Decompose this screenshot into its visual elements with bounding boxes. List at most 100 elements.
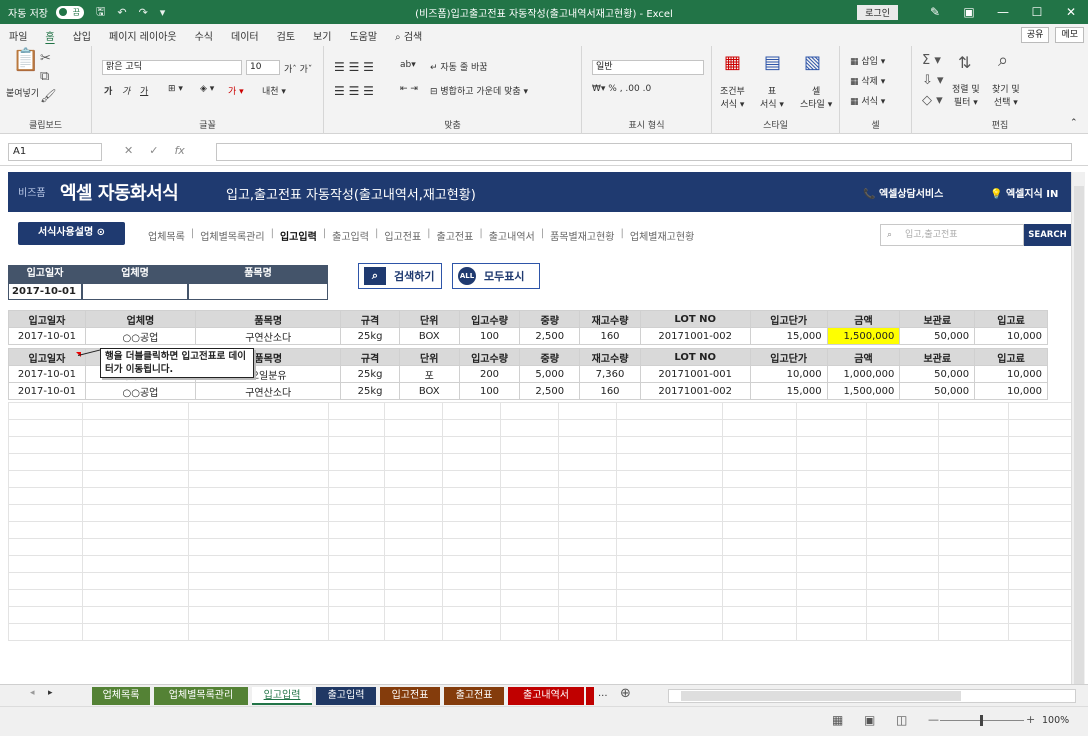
site-search-button[interactable]: SEARCH	[1024, 224, 1071, 246]
filter-item-input[interactable]	[188, 283, 328, 300]
login-button[interactable]: 로그인	[857, 4, 898, 20]
scroll-tabs-left-icon[interactable]: ◂	[30, 688, 35, 698]
zoom-out-icon[interactable]: —	[928, 713, 939, 726]
sort-filter-icon[interactable]: ⇅	[958, 55, 971, 71]
table-cell[interactable]: BOX	[398, 382, 460, 400]
underline-icon[interactable]: 가	[140, 84, 148, 97]
consult-service-link[interactable]: 📞 엑셀상담서비스	[863, 185, 943, 200]
nav-link-company-stock[interactable]: 업체별재고현황	[630, 228, 694, 243]
format-table-icon[interactable]: ▤	[764, 54, 781, 72]
copy-icon[interactable]: ⧉	[40, 70, 49, 84]
sheet-tab-receiving-slip[interactable]: 입고전표	[380, 687, 440, 705]
enter-icon[interactable]: ✓	[149, 144, 158, 157]
show-all-button[interactable]: ALL 모두표시	[452, 263, 540, 289]
fill-color-icon[interactable]: ◈ ▾	[200, 84, 214, 94]
table-cell[interactable]: 구연산소다	[194, 327, 342, 345]
table-cell[interactable]: 25kg	[340, 365, 400, 383]
h-scroll-thumb[interactable]	[681, 691, 961, 701]
merge-center-button[interactable]: ⊟ 병합하고 가운데 맞춤 ▾	[430, 84, 528, 97]
tab-page-layout[interactable]: 페이지 레이아웃	[100, 28, 186, 43]
cancel-icon[interactable]: ✕	[124, 144, 133, 157]
fill-icon[interactable]: ⇩ ▾	[922, 74, 944, 88]
sheet-tab-shipping-entry[interactable]: 출고입력	[316, 687, 376, 705]
nav-link-company-list[interactable]: 업체목록	[148, 228, 185, 243]
table-cell[interactable]: 10,000	[974, 327, 1048, 345]
zoom-slider-thumb[interactable]	[980, 715, 983, 726]
table-cell[interactable]: 20171001-002	[639, 327, 751, 345]
delete-cells-button[interactable]: ▦ 삭제 ▾	[850, 74, 885, 87]
table-cell[interactable]: 포	[398, 365, 460, 383]
tab-insert[interactable]: 삽입	[64, 28, 100, 43]
page-layout-view-icon[interactable]: ▣	[864, 713, 875, 727]
format-table-button[interactable]: 표 서식 ▾	[760, 84, 784, 110]
font-size-select[interactable]: 10	[246, 60, 280, 75]
minimize-button[interactable]: —	[986, 5, 1020, 19]
table-cell[interactable]: 50,000	[899, 382, 976, 400]
cut-icon[interactable]: ✂	[40, 52, 51, 66]
currency-icon[interactable]: ₩▾ % , .00 .0	[592, 84, 651, 94]
find-select-icon[interactable]: ⌕	[998, 52, 1008, 70]
table-cell[interactable]: 50,000	[899, 327, 976, 345]
scroll-thumb[interactable]	[1074, 186, 1084, 686]
selected-record-row[interactable]: 2017-10-01 ○○공업 구연산소다 25kg BOX 100 2,500…	[8, 327, 1048, 345]
comments-button[interactable]: 메모	[1055, 27, 1084, 43]
nav-link-receiving-slip[interactable]: 입고전표	[384, 228, 421, 243]
table-cell[interactable]: 5,000	[519, 365, 581, 383]
table-cell[interactable]: 7,360	[579, 365, 641, 383]
sort-filter-button[interactable]: 정렬 및 필터 ▾	[952, 82, 980, 108]
redo-icon[interactable]: ↷	[139, 6, 148, 19]
customize-qat-icon[interactable]: ▾	[160, 6, 166, 19]
table-cell[interactable]: 2,500	[519, 382, 581, 400]
name-box[interactable]: A1	[8, 143, 102, 161]
table-cell[interactable]: BOX	[398, 327, 460, 345]
amount-cell-highlighted[interactable]: 1,500,000	[826, 327, 901, 345]
nav-link-receiving-entry[interactable]: 입고입력	[280, 228, 317, 243]
table-cell[interactable]: 200	[458, 365, 521, 383]
number-format-select[interactable]: 일반	[592, 60, 704, 75]
tell-me-search[interactable]: ⌕ 검색	[386, 28, 431, 43]
left-align-icon[interactable]: ☰ ☰ ☰	[334, 84, 374, 98]
paste-icon[interactable]: 📋	[12, 50, 39, 72]
table-cell[interactable]: 구연산소다	[194, 382, 342, 400]
scroll-tabs-right-icon[interactable]: ▸	[48, 688, 53, 698]
table-cell[interactable]: 2,500	[519, 327, 581, 345]
insert-cells-button[interactable]: ▦ 삽입 ▾	[850, 54, 885, 67]
normal-view-icon[interactable]: ▦	[832, 713, 843, 727]
table-cell[interactable]: 15,000	[749, 327, 828, 345]
font-color-icon[interactable]: 가 ▾	[228, 84, 244, 97]
table-cell[interactable]: 2017-10-01	[8, 365, 86, 383]
sheet-tab-receiving-entry[interactable]: 입고입력	[252, 687, 312, 705]
autosave-toggle[interactable]: 끔	[55, 5, 84, 19]
nav-link-shipping-slip[interactable]: 출고전표	[437, 228, 474, 243]
page-break-view-icon[interactable]: ◫	[896, 713, 907, 727]
tab-formulas[interactable]: 수식	[186, 28, 222, 43]
table-cell[interactable]: 160	[579, 382, 641, 400]
maximize-button[interactable]: ☐	[1020, 5, 1054, 19]
cell-styles-icon[interactable]: ▧	[804, 54, 821, 72]
share-button[interactable]: 공유	[1020, 27, 1050, 43]
format-painter-icon[interactable]: 🖌	[40, 90, 57, 104]
font-name-select[interactable]: 맑은 고딕	[102, 60, 242, 75]
zoom-in-icon[interactable]: +	[1026, 713, 1035, 726]
sheet-tab-shipping-statement[interactable]: 출고내역서	[508, 687, 584, 705]
collapse-ribbon-icon[interactable]: ⌃	[1070, 118, 1078, 128]
undo-icon[interactable]: ↶	[117, 6, 126, 19]
table-cell[interactable]: 2017-10-01	[8, 327, 86, 345]
table-cell[interactable]: 10,000	[974, 365, 1048, 383]
close-button[interactable]: ✕	[1054, 5, 1088, 19]
more-sheets-icon[interactable]: ...	[598, 688, 608, 699]
table-cell[interactable]: 100	[458, 327, 521, 345]
table-cell[interactable]: 50,000	[899, 365, 976, 383]
formula-input[interactable]	[216, 143, 1072, 161]
ribbon-display-icon[interactable]: ▣	[952, 5, 986, 19]
table-row[interactable]: 2017-10-01 ○○공업 구연산소다 25kg BOX 100 2,500…	[8, 382, 1048, 400]
nav-link-item-stock[interactable]: 품목별재고현황	[550, 228, 614, 243]
worksheet[interactable]: 비즈폼 엑셀 자동화서식 입고,출고전표 자동작성(출고내역서,재고현황) 📞 …	[8, 172, 1072, 682]
table-cell[interactable]: 160	[579, 327, 641, 345]
nav-link-company-items[interactable]: 업체별목록관리	[200, 228, 264, 243]
italic-icon[interactable]: 가	[122, 84, 130, 97]
vertical-scrollbar[interactable]	[1071, 172, 1085, 686]
autosum-icon[interactable]: Σ ▾	[922, 54, 941, 68]
nav-link-shipping-statement[interactable]: 출고내역서	[489, 228, 535, 243]
format-cells-button[interactable]: ▦ 서식 ▾	[850, 94, 885, 107]
